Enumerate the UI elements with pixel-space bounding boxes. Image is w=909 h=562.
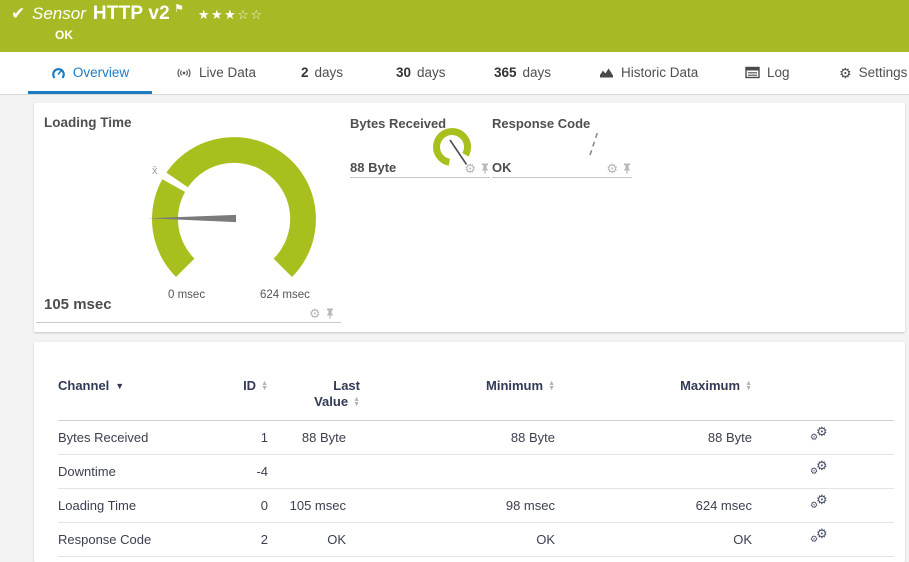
tab-number: 30 xyxy=(396,65,411,80)
sort-toggle-icon[interactable]: ▲▼ xyxy=(548,381,555,391)
channel-settings-icon[interactable]: ⚙⚙ xyxy=(810,428,830,445)
gear-icon[interactable]: ⚙ xyxy=(309,307,321,320)
stars-filled[interactable]: ★★★ xyxy=(198,7,237,22)
channel-id: -4 xyxy=(228,464,268,479)
gear-icon[interactable]: ⚙ xyxy=(606,162,618,175)
sensor-title-block: Sensor HTTP v2 ⚑ ★★★☆☆ OK xyxy=(32,3,264,42)
channel-minimum: 88 Byte xyxy=(346,430,555,445)
channel-maximum: 88 Byte xyxy=(555,430,752,445)
tab-2-days[interactable]: 2 days xyxy=(293,54,351,94)
tab-label: Settings xyxy=(859,65,908,80)
average-marker: x̄ xyxy=(152,165,158,177)
gauges-panel: Loading Time x̄ 0 msec 624 msec 105 msec… xyxy=(34,103,905,332)
area-chart-icon xyxy=(599,66,614,79)
pin-icon[interactable] xyxy=(480,163,490,174)
tab-log[interactable]: Log xyxy=(737,54,798,94)
channel-name[interactable]: Downtime xyxy=(58,464,228,479)
column-header-maximum[interactable]: Maximum▲▼ xyxy=(555,378,752,393)
prtg-sensor-page: ✔ Sensor HTTP v2 ⚑ ★★★☆☆ OK Overview Liv… xyxy=(0,0,909,562)
sensor-header: ✔ Sensor HTTP v2 ⚑ ★★★☆☆ OK xyxy=(0,0,909,52)
tab-bar: Overview Live Data 2 days 30 days 365 da… xyxy=(0,52,909,95)
channels-table: Channel▼ ID▲▼ LastValue▲▼ Minimum▲▼ Maxi… xyxy=(58,342,894,557)
tab-label: days xyxy=(417,65,446,80)
tab-30-days[interactable]: 30 days xyxy=(388,54,454,94)
column-header-id[interactable]: ID▲▼ xyxy=(228,378,268,393)
pin-icon[interactable] xyxy=(622,163,632,174)
tab-historic-data[interactable]: Historic Data xyxy=(591,54,706,94)
gauge-icon xyxy=(51,66,66,80)
table-header-row: Channel▼ ID▲▼ LastValue▲▼ Minimum▲▼ Maxi… xyxy=(58,342,894,421)
channel-last-value: OK xyxy=(268,532,346,547)
table-row: Downtime -4 ⚙⚙ xyxy=(58,455,894,489)
sort-toggle-icon[interactable]: ▲▼ xyxy=(745,381,752,391)
live-data-icon xyxy=(176,66,192,80)
sort-toggle-icon[interactable]: ▲▼ xyxy=(261,381,268,391)
channel-name[interactable]: Response Code xyxy=(58,532,228,547)
stars-empty[interactable]: ☆☆ xyxy=(237,7,263,22)
panel-footer-icons: ⚙ xyxy=(309,307,335,320)
tab-label: Live Data xyxy=(199,65,256,80)
log-list-icon xyxy=(745,66,760,79)
status-badge: OK xyxy=(55,28,264,42)
gear-icon[interactable]: ⚙ xyxy=(464,162,476,175)
loading-time-value: 105 msec xyxy=(44,296,112,313)
table-row: Response Code 2 OK OK OK ⚙⚙ xyxy=(58,523,894,557)
channel-id: 1 xyxy=(228,430,268,445)
loading-time-gauge xyxy=(130,108,350,298)
channels-panel: Channel▼ ID▲▼ LastValue▲▼ Minimum▲▼ Maxi… xyxy=(34,342,905,562)
channel-maximum: 624 msec xyxy=(555,498,752,513)
panel-divider xyxy=(36,322,341,323)
sensor-name: HTTP v2 xyxy=(93,3,170,25)
priority-stars[interactable]: ★★★☆☆ xyxy=(198,7,264,23)
tab-label: Historic Data xyxy=(621,65,698,80)
channel-name[interactable]: Bytes Received xyxy=(58,430,228,445)
tab-settings[interactable]: ⚙ Settings xyxy=(831,54,909,94)
gauge-scale-max: 624 msec xyxy=(260,289,310,301)
column-header-minimum[interactable]: Minimum▲▼ xyxy=(346,378,555,393)
response-code-panel: Response Code OK ⚙ xyxy=(492,113,632,178)
gauge-scale-min: 0 msec xyxy=(168,289,205,301)
tab-number: 2 xyxy=(301,65,309,80)
tab-overview[interactable]: Overview xyxy=(28,54,152,94)
tab-label: days xyxy=(523,65,552,80)
bytes-received-value: 88 Byte xyxy=(350,160,396,175)
tab-365-days[interactable]: 365 days xyxy=(486,54,559,94)
channel-last-value: 88 Byte xyxy=(268,430,346,445)
tab-label: days xyxy=(315,65,344,80)
pin-icon[interactable] xyxy=(325,308,335,319)
bytes-received-panel: Bytes Received 88 Byte ⚙ xyxy=(350,113,490,178)
channel-last-value: 105 msec xyxy=(268,498,346,513)
status-check-icon: ✔ xyxy=(11,4,25,24)
tab-number: 365 xyxy=(494,65,517,80)
channel-minimum: OK xyxy=(346,532,555,547)
tab-label: Overview xyxy=(73,65,129,80)
table-row: Bytes Received 1 88 Byte 88 Byte 88 Byte… xyxy=(58,421,894,455)
sort-toggle-icon[interactable]: ▲▼ xyxy=(353,397,360,407)
panel-footer-icons: ⚙ xyxy=(464,162,490,175)
sort-desc-icon: ▼ xyxy=(115,381,124,391)
tab-live-data[interactable]: Live Data xyxy=(168,54,264,94)
channel-name[interactable]: Loading Time xyxy=(58,498,228,513)
column-header-channel[interactable]: Channel▼ xyxy=(58,378,228,393)
channel-settings-icon[interactable]: ⚙⚙ xyxy=(810,496,830,513)
gear-icon: ⚙ xyxy=(839,66,852,80)
tab-label: Log xyxy=(767,65,790,80)
channel-settings-icon[interactable]: ⚙⚙ xyxy=(810,462,830,479)
channel-maximum: OK xyxy=(555,532,752,547)
channel-id: 2 xyxy=(228,532,268,547)
channel-settings-icon[interactable]: ⚙⚙ xyxy=(810,530,830,547)
loading-time-title: Loading Time xyxy=(44,115,132,130)
channel-minimum: 98 msec xyxy=(346,498,555,513)
object-kind-label: Sensor xyxy=(32,4,86,24)
flag-icon[interactable]: ⚑ xyxy=(174,2,184,15)
panel-footer-icons: ⚙ xyxy=(606,162,632,175)
response-code-value: OK xyxy=(492,160,512,175)
response-code-needle xyxy=(574,118,614,163)
channel-id: 0 xyxy=(228,498,268,513)
table-row: Loading Time 0 105 msec 98 msec 624 msec… xyxy=(58,489,894,523)
